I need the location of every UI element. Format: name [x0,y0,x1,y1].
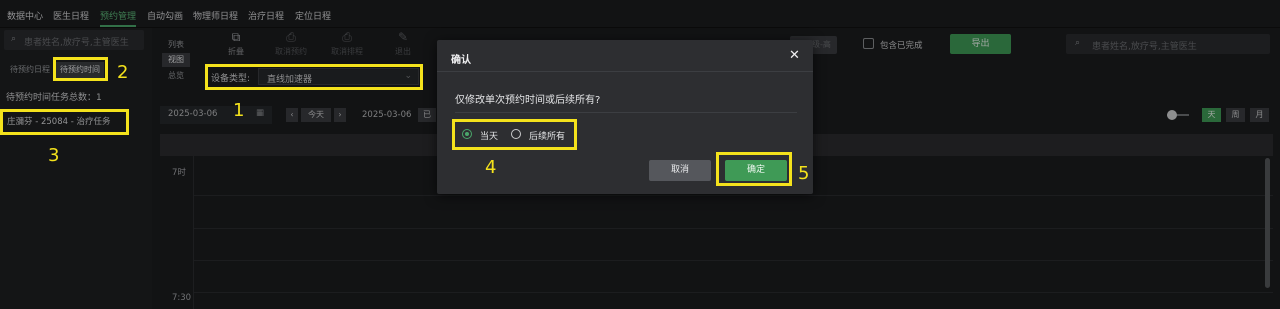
dialog-title: 确认 [451,55,471,66]
highlight-box-tab [53,57,108,81]
dialog-question: 仅修改单次预约时间或后续所有? [455,95,601,106]
annotation-number-4: 4 [485,157,497,178]
close-icon[interactable]: ✕ [789,48,800,63]
annotation-number-3: 3 [48,145,60,166]
highlight-box-task [0,109,129,135]
annotation-number-1: 1 [233,100,245,121]
highlight-box-radio-options [452,119,577,150]
highlight-box-device-type [205,64,423,90]
annotation-number-5: 5 [798,163,810,184]
cancel-button[interactable]: 取消 [649,160,711,181]
dialog-divider [437,71,813,72]
highlight-box-confirm [716,152,792,186]
annotation-number-2: 2 [117,62,129,83]
dialog-divider [455,112,797,113]
